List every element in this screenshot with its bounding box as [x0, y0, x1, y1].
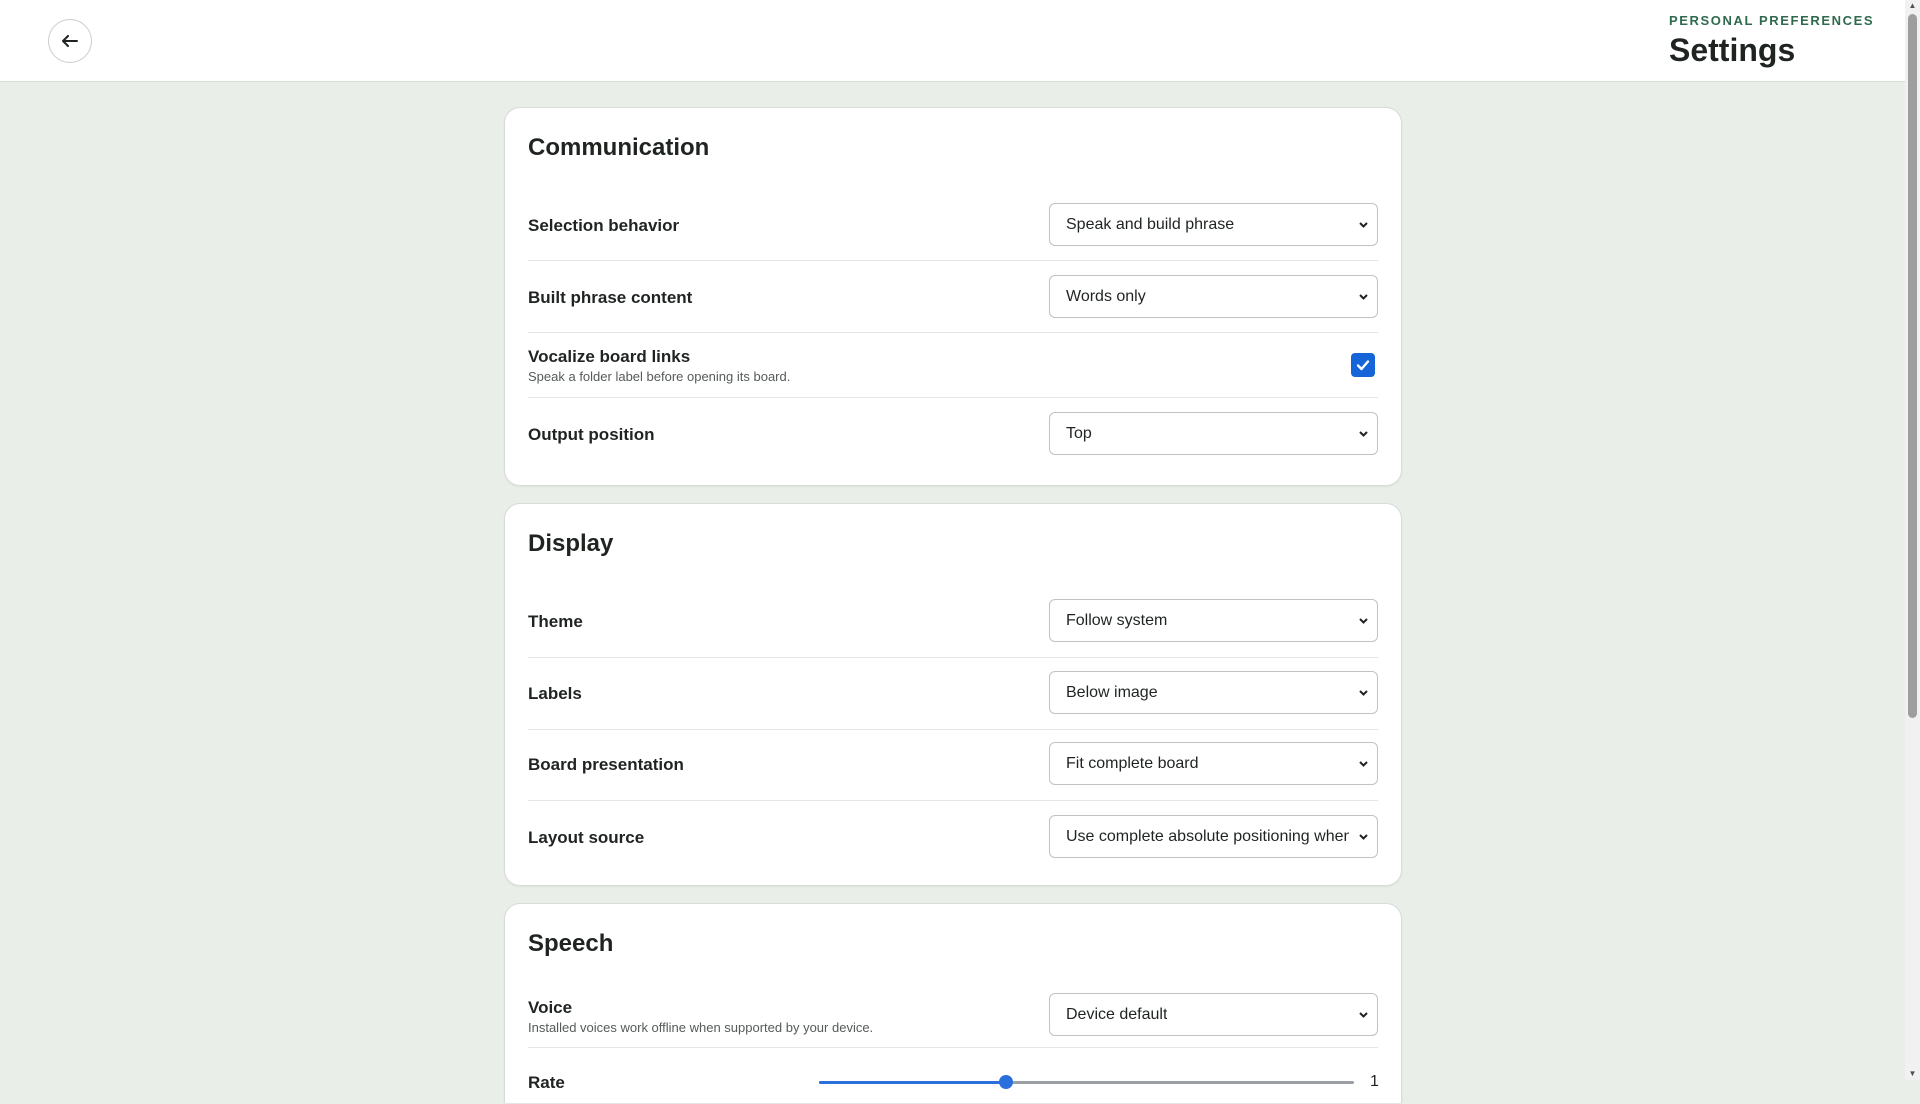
voice-row: Voice Installed voices work offline when… — [528, 986, 1378, 1048]
voice-value: Device default — [1066, 1005, 1168, 1023]
output-position-row: Output position Top — [528, 398, 1378, 470]
built-phrase-row: Built phrase content Words only — [528, 261, 1378, 333]
selection-behavior-row: Selection behavior Speak and build phras… — [528, 190, 1378, 261]
selection-behavior-select[interactable]: Speak and build phrase — [1049, 203, 1378, 246]
chevron-down-icon — [1359, 617, 1368, 624]
scroll-up-arrow-icon[interactable]: ▲ — [1908, 1, 1917, 11]
page-scrollbar[interactable]: ▲ ▼ — [1905, 0, 1920, 1080]
board-presentation-label: Board presentation — [528, 755, 684, 774]
layout-source-value: Use complete absolute positioning when s… — [1066, 827, 1349, 845]
header-titles: PERSONAL PREFERENCES Settings — [1669, 13, 1874, 69]
communication-title: Communication — [528, 134, 710, 161]
labels-select[interactable]: Below image — [1049, 671, 1378, 714]
layout-source-select[interactable]: Use complete absolute positioning when s… — [1049, 815, 1378, 858]
layout-source-label: Layout source — [528, 828, 645, 847]
output-position-value: Top — [1066, 424, 1092, 442]
speech-title: Speech — [528, 930, 614, 957]
selection-behavior-label: Selection behavior — [528, 216, 680, 235]
vocalize-links-label: Vocalize board links — [528, 347, 691, 366]
built-phrase-value: Words only — [1066, 287, 1146, 305]
vocalize-links-checkbox[interactable] — [1351, 353, 1375, 377]
output-position-label: Output position — [528, 425, 655, 444]
board-presentation-row: Board presentation Fit complete board — [528, 730, 1378, 801]
chevron-down-icon — [1359, 430, 1368, 437]
rate-row: Rate 1 — [528, 1048, 1379, 1104]
arrow-left-icon — [62, 35, 78, 47]
vocalize-links-description: Speak a folder label before opening its … — [528, 369, 791, 384]
rate-slider-thumb[interactable] — [999, 1075, 1014, 1089]
selection-behavior-value: Speak and build phrase — [1066, 215, 1235, 233]
display-card: Display Theme Follow system Labels Below… — [504, 503, 1402, 886]
theme-row: Theme Follow system — [528, 586, 1378, 658]
speech-card: Speech Voice Installed voices work offli… — [504, 903, 1402, 1103]
checkmark-icon — [1356, 360, 1370, 371]
rate-value: 1 — [1370, 1073, 1379, 1090]
voice-label: Voice — [528, 998, 573, 1017]
rate-label: Rate — [528, 1073, 565, 1092]
page-eyebrow: PERSONAL PREFERENCES — [1669, 13, 1875, 28]
chevron-down-icon — [1359, 833, 1368, 840]
scroll-down-arrow-icon[interactable]: ▼ — [1908, 1069, 1917, 1079]
chevron-down-icon — [1359, 293, 1368, 300]
vocalize-links-row: Vocalize board links Speak a folder labe… — [528, 333, 1378, 398]
voice-select[interactable]: Device default — [1049, 993, 1378, 1036]
top-header: PERSONAL PREFERENCES Settings — [0, 0, 1905, 82]
chevron-down-icon — [1359, 760, 1368, 767]
theme-value: Follow system — [1066, 611, 1168, 629]
theme-select[interactable]: Follow system — [1049, 599, 1378, 642]
page-title: Settings — [1669, 32, 1796, 68]
built-phrase-select[interactable]: Words only — [1049, 275, 1378, 318]
chevron-down-icon — [1359, 221, 1368, 228]
display-title: Display — [528, 530, 614, 557]
back-button[interactable] — [48, 19, 92, 63]
layout-source-row: Layout source Use complete absolute posi… — [528, 801, 1378, 873]
labels-value: Below image — [1066, 683, 1158, 701]
board-presentation-select[interactable]: Fit complete board — [1049, 742, 1378, 785]
labels-label: Labels — [528, 684, 582, 703]
rate-slider-fill — [819, 1081, 1007, 1084]
voice-description: Installed voices work offline when suppo… — [528, 1020, 874, 1035]
labels-row: Labels Below image — [528, 658, 1378, 730]
scroll-thumb[interactable] — [1908, 14, 1917, 718]
board-presentation-value: Fit complete board — [1066, 754, 1199, 772]
chevron-down-icon — [1359, 1011, 1368, 1018]
theme-label: Theme — [528, 612, 583, 631]
communication-card: Communication Selection behavior Speak a… — [504, 107, 1402, 486]
chevron-down-icon — [1359, 689, 1368, 696]
built-phrase-label: Built phrase content — [528, 288, 693, 307]
output-position-select[interactable]: Top — [1049, 412, 1378, 455]
